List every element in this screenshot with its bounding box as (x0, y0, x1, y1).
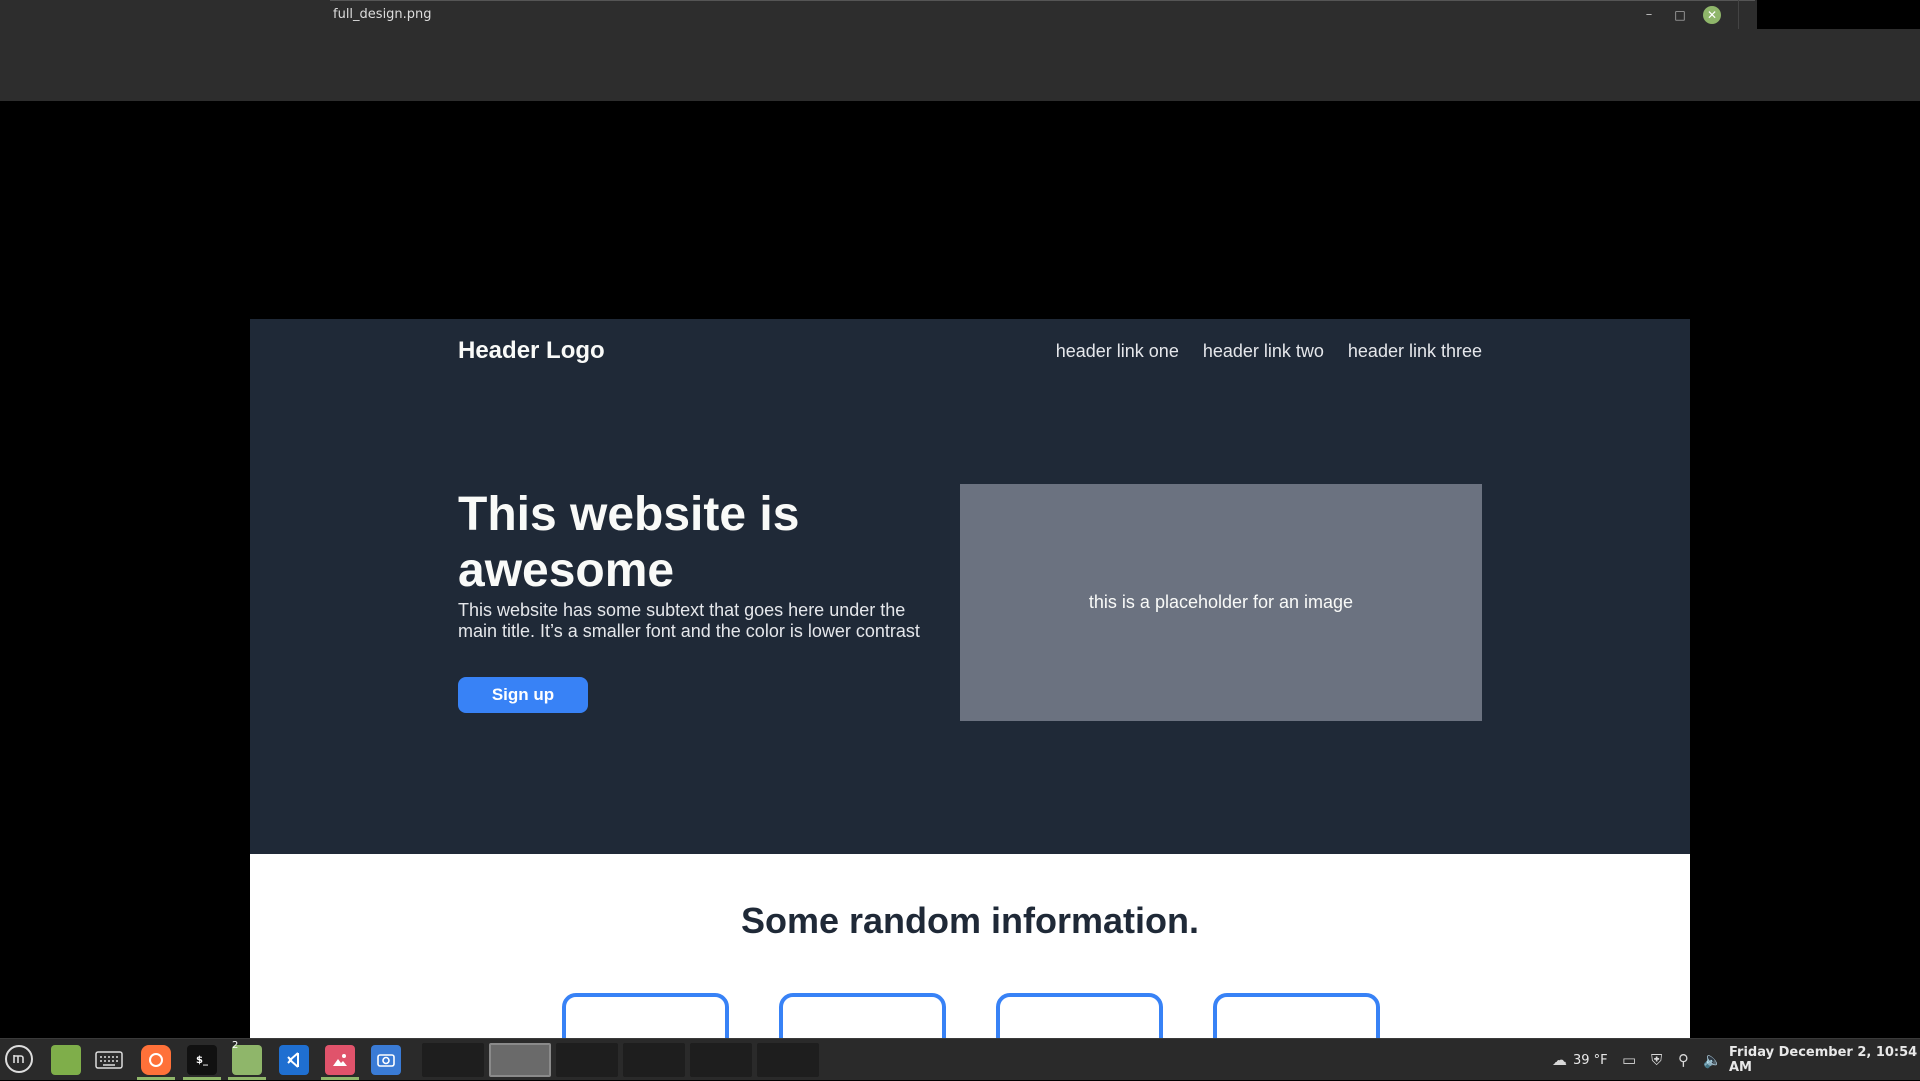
weather-applet[interactable]: ☁ 39 °F (1552, 1039, 1608, 1081)
display-icon[interactable]: ▭ (1622, 1039, 1636, 1081)
taskbar-window-button[interactable] (422, 1043, 484, 1077)
taskbar-window-button[interactable] (757, 1043, 819, 1077)
info-card (562, 993, 729, 1038)
menu-icon[interactable] (5, 1045, 33, 1073)
image-viewer-icon[interactable] (325, 1045, 355, 1075)
header-link-three[interactable]: header link three (1348, 341, 1482, 362)
taskbar-window-button[interactable] (623, 1043, 685, 1077)
titlebar-dark-region (1757, 0, 1920, 29)
info-card (779, 993, 946, 1038)
weather-temperature: 39 °F (1573, 1052, 1608, 1068)
weather-icon: ☁ (1552, 1051, 1567, 1069)
header-link-two[interactable]: header link two (1203, 341, 1324, 362)
workspace-badge: 2 (232, 1040, 239, 1051)
signup-button[interactable]: Sign up (458, 677, 588, 713)
keyboard-icon[interactable] (94, 1045, 124, 1075)
image-placeholder-text: this is a placeholder for an image (1088, 592, 1354, 612)
titlebar-separator (1738, 0, 1739, 29)
shield-icon[interactable]: ⛨ (1651, 1039, 1662, 1081)
hero-section: Header Logo header link one header link … (250, 319, 1690, 854)
info-section: Some random information. (250, 854, 1690, 1038)
minimize-button[interactable]: – (1640, 6, 1658, 24)
network-icon[interactable]: ⚲ (1678, 1039, 1689, 1081)
info-card (996, 993, 1163, 1038)
header-nav: header link one header link two header l… (1056, 341, 1482, 362)
info-title: Some random information. (740, 900, 1200, 941)
info-card (1213, 993, 1380, 1038)
files-icon[interactable] (51, 1045, 81, 1075)
image-placeholder: this is a placeholder for an image (960, 484, 1482, 721)
design-image: Header Logo header link one header link … (250, 319, 1690, 1038)
maximize-button[interactable]: □ (1671, 6, 1689, 24)
hero-subtext: This website has some subtext that goes … (458, 600, 920, 641)
window-title: full_design.png (333, 7, 432, 22)
header-link-one[interactable]: header link one (1056, 341, 1179, 362)
titlebar-accent-line (330, 0, 1755, 1)
taskbar: $_ 2 ☁ 39 °F ▭ ⛨ ⚲ 🔈 Friday December 2, … (0, 1038, 1920, 1080)
volume-icon[interactable]: 🔈 (1703, 1039, 1722, 1081)
taskbar-window-button[interactable] (690, 1043, 752, 1077)
taskbar-window-button[interactable] (556, 1043, 618, 1077)
terminal-icon[interactable]: $_ (187, 1045, 217, 1075)
screenshot-icon[interactable] (371, 1045, 401, 1075)
hero-title: This website is awesome (458, 488, 800, 597)
taskbar-window-button-active[interactable] (489, 1043, 551, 1077)
window-titlebar: full_design.png – □ ✕ (0, 0, 1920, 101)
image-canvas[interactable]: Header Logo header link one header link … (0, 101, 1920, 1038)
vscode-icon[interactable] (279, 1045, 309, 1075)
header-logo: Header Logo (458, 337, 605, 364)
close-button[interactable]: ✕ (1703, 6, 1721, 24)
clock[interactable]: Friday December 2, 10:54 AM (1729, 1039, 1920, 1081)
firefox-icon[interactable] (141, 1045, 171, 1075)
